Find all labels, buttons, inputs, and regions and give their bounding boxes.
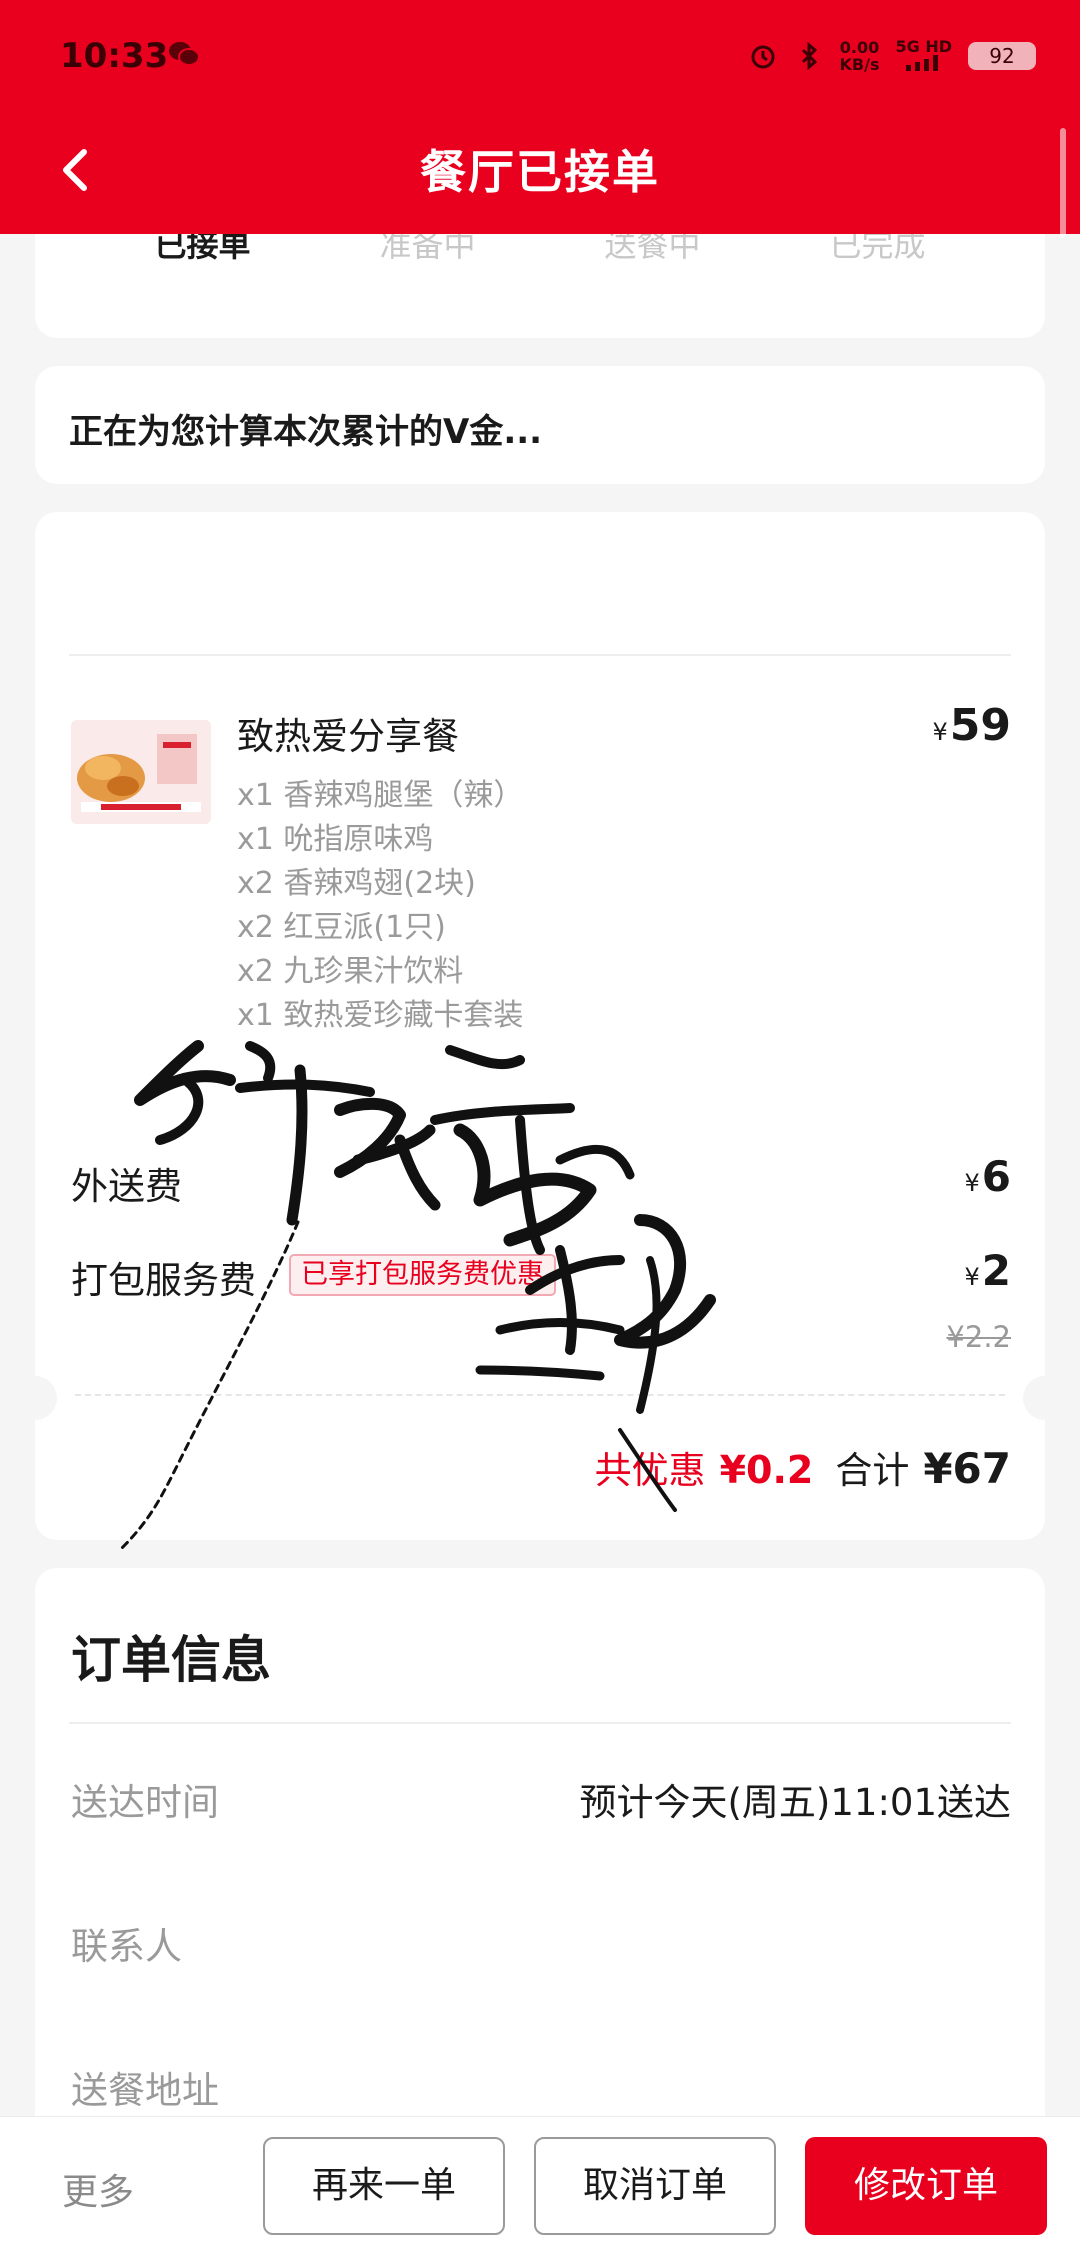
signal-icon [905,55,938,71]
status-time: 10:33 [60,36,169,76]
delivery-time-label: 送达时间 [71,1781,219,1824]
list-item: x1 吮指原味鸡 [237,822,434,857]
discount-label: 共优惠 [594,1449,706,1492]
discount-value: ¥0.2 [719,1448,814,1492]
divider [69,654,1011,656]
ticket-notch-right [1023,1376,1067,1420]
packing-discount-badge: 已享打包服务费优惠 [289,1254,556,1296]
packing-fee-original-price: ¥2.2 [946,1320,1011,1354]
bottom-action-bar: 更多 再来一单 取消订单 修改订单 [0,2116,1080,2256]
battery-indicator: 92 [968,42,1036,70]
product-image[interactable] [71,720,211,824]
alarm-icon [751,45,775,69]
dashed-divider [75,1394,1005,1396]
more-button[interactable]: 更多 [62,2163,134,2215]
list-item: x2 九珍果汁饮料 [237,954,464,989]
order-info-title: 订单信息 [71,1631,271,1689]
product-thumbnail-icon [71,720,211,824]
cancel-order-button[interactable]: 取消订单 [534,2137,776,2235]
delivery-fee-label: 外送费 [71,1165,182,1208]
page-title: 餐厅已接单 [420,145,660,199]
divider [69,1722,1011,1724]
list-item: x2 红豆派(1只) [237,910,446,945]
modify-order-button[interactable]: 修改订单 [805,2137,1047,2235]
list-item: x1 香辣鸡腿堡（辣） [237,778,524,813]
status-bar: 10:33 0.00 KB/s 5G HD 92 [0,0,1080,110]
scrollbar[interactable] [1060,128,1066,238]
order-details-card: 致热爱分享餐 ¥59 x1 香辣鸡腿堡（辣） x1 吮指原味鸡 x2 香辣鸡翅(… [13,512,1067,1540]
reorder-button[interactable]: 再来一单 [263,2137,505,2235]
total-value: ¥67 [923,1444,1011,1493]
list-item: x1 致热爱珍藏卡套装 [237,998,524,1033]
address-label: 送餐地址 [71,2069,219,2112]
packing-fee-label: 打包服务费 [71,1259,256,1302]
ticket-notch-left [13,1376,57,1420]
status-icons: 0.00 KB/s 5G HD 92 [748,36,1036,76]
vgold-card[interactable]: 正在为您计算本次累计的V金... [35,366,1045,484]
product-price: ¥59 [932,700,1011,751]
vgold-text: 正在为您计算本次累计的V金... [69,412,543,452]
list-item: x2 香辣鸡翅(2块) [237,866,476,901]
signal-indicator: 5G HD [895,38,952,74]
packing-fee-price: ¥2 [964,1246,1011,1295]
product-name: 致热爱分享餐 [237,715,459,758]
product-items: x1 香辣鸡腿堡（辣） x1 吮指原味鸡 x2 香辣鸡翅(2块) x2 红豆派(… [237,774,523,1038]
contact-label: 联系人 [71,1925,182,1968]
wechat-icon [169,42,200,66]
network-speed: 0.00 KB/s [839,38,880,74]
delivery-fee-price: ¥6 [964,1152,1011,1201]
order-summary: 共优惠 ¥0.2 合计 ¥67 [595,1440,1011,1494]
app-header: 10:33 0.00 KB/s 5G HD 92 餐厅已接单 [0,0,1080,238]
bluetooth-icon [801,41,817,71]
total-label: 合计 [835,1449,910,1492]
delivery-time-value: 预计今天(周五)11:01送达 [579,1781,1012,1824]
